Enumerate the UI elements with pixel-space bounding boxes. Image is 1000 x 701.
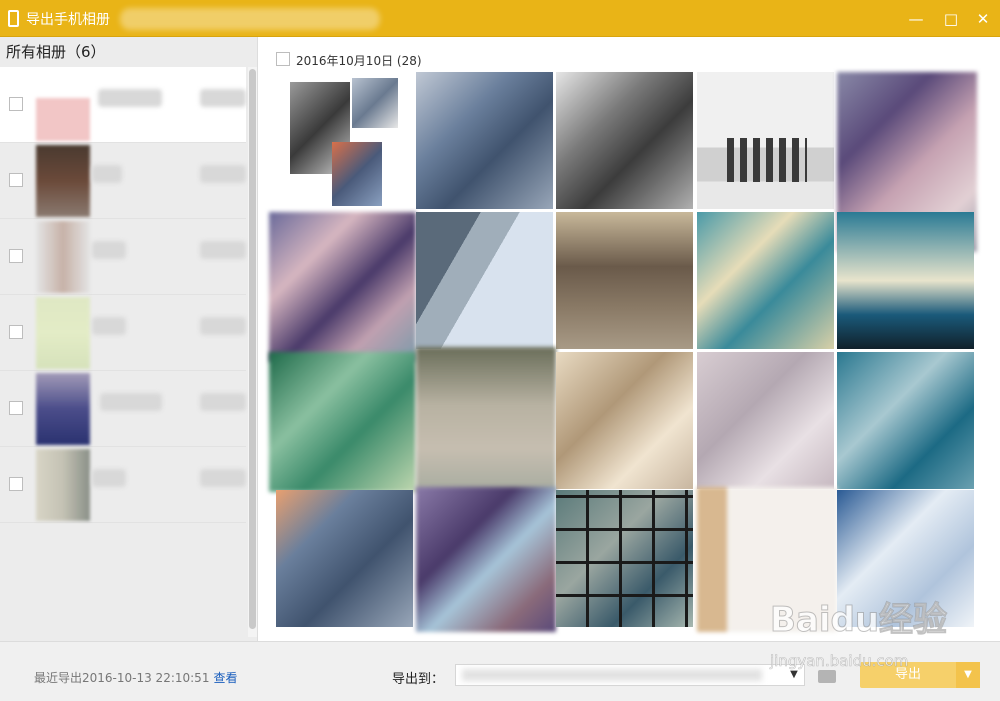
- album-item[interactable]: [0, 67, 246, 143]
- album-name-blurred: [92, 317, 126, 335]
- photo-thumbnail[interactable]: [416, 212, 553, 349]
- album-count-blurred: [200, 393, 246, 411]
- maximize-icon[interactable]: □: [940, 8, 962, 30]
- phone-icon: [8, 10, 19, 27]
- album-name-blurred: [92, 165, 122, 183]
- album-count-blurred: [200, 89, 246, 107]
- album-checkbox[interactable]: [9, 173, 23, 187]
- album-name-blurred: [92, 469, 126, 487]
- album-sidebar: 所有相册（6）: [0, 37, 258, 641]
- view-link[interactable]: 查看: [213, 671, 237, 685]
- album-checkbox[interactable]: [9, 97, 23, 111]
- sidebar-scroll-thumb[interactable]: [249, 69, 256, 629]
- export-path-blurred: [462, 669, 762, 681]
- photo-thumbnail-blurred[interactable]: [416, 487, 556, 632]
- photo-thumbnail-blurred[interactable]: [416, 347, 556, 492]
- window-title: 导出手机相册: [26, 12, 110, 28]
- album-name-blurred: [100, 393, 162, 411]
- photo-thumbnail-blurred[interactable]: [269, 352, 416, 492]
- photo-thumbnail-blurred[interactable]: [697, 487, 837, 632]
- title-bar: 导出手机相册 — □ ✕: [0, 0, 1000, 37]
- chevron-down-icon[interactable]: ▼: [786, 667, 802, 683]
- export-button[interactable]: 导出: [860, 662, 956, 688]
- export-to-label: 导出到：: [392, 672, 445, 687]
- photo-thumbnail[interactable]: [697, 212, 834, 349]
- footer-bar: 最近导出2016-10-13 22:10:51 查看 导出到： ▼ 导出 ▼: [0, 641, 1000, 701]
- last-export-label: 最近导出2016-10-13 22:10:51: [34, 671, 210, 685]
- photo-thumbnail[interactable]: [276, 490, 413, 627]
- album-checkbox[interactable]: [9, 325, 23, 339]
- photo-thumbnail[interactable]: [697, 72, 834, 209]
- album-item[interactable]: [0, 219, 246, 295]
- last-export-info: 最近导出2016-10-13 22:10:51 查看: [34, 669, 237, 686]
- photo-thumbnail[interactable]: [276, 72, 413, 209]
- photo-thumbnail[interactable]: [697, 352, 834, 489]
- photo-thumbnail[interactable]: [556, 72, 693, 209]
- album-thumbnail: [36, 449, 90, 521]
- album-item[interactable]: [0, 143, 246, 219]
- blurred-title-area: [120, 8, 380, 30]
- all-albums-title: 所有相册（6）: [6, 43, 106, 61]
- album-name-blurred: [98, 89, 162, 107]
- photo-thumbnail-blurred[interactable]: [269, 212, 416, 362]
- album-thumbnail: [36, 221, 90, 293]
- album-item[interactable]: [0, 447, 246, 523]
- sidebar-scrollbar[interactable]: [248, 67, 257, 637]
- photo-thumbnail[interactable]: [837, 490, 974, 627]
- album-thumbnail: [36, 297, 90, 369]
- photo-thumbnail[interactable]: [556, 352, 693, 489]
- export-path-field[interactable]: ▼: [455, 664, 805, 686]
- photo-thumbnail[interactable]: [837, 352, 974, 489]
- album-checkbox[interactable]: [9, 477, 23, 491]
- album-checkbox[interactable]: [9, 249, 23, 263]
- album-count-blurred: [200, 469, 246, 487]
- album-name-blurred: [92, 241, 126, 259]
- album-thumbnail: [36, 145, 90, 217]
- folder-icon[interactable]: [818, 670, 836, 683]
- album-checkbox[interactable]: [9, 401, 23, 415]
- album-item[interactable]: [0, 371, 246, 447]
- photo-thumbnail[interactable]: [416, 72, 553, 209]
- album-count-blurred: [200, 317, 246, 335]
- album-count-blurred: [200, 165, 246, 183]
- minimize-icon[interactable]: —: [905, 8, 927, 30]
- photo-thumbnail[interactable]: [556, 212, 693, 349]
- photo-grid-area: 2016年10月10日 (28): [259, 37, 1000, 641]
- date-group-checkbox[interactable]: [276, 52, 290, 66]
- date-group-label: 2016年10月10日 (28): [296, 54, 422, 68]
- photo-thumbnail[interactable]: [556, 490, 693, 627]
- album-item[interactable]: [0, 295, 246, 371]
- close-icon[interactable]: ✕: [972, 8, 994, 30]
- album-thumbnail: [36, 373, 90, 445]
- photo-thumbnail[interactable]: [837, 212, 974, 349]
- album-thumbnail: [36, 69, 90, 141]
- export-dropdown-icon[interactable]: ▼: [956, 662, 980, 688]
- album-count-blurred: [200, 241, 246, 259]
